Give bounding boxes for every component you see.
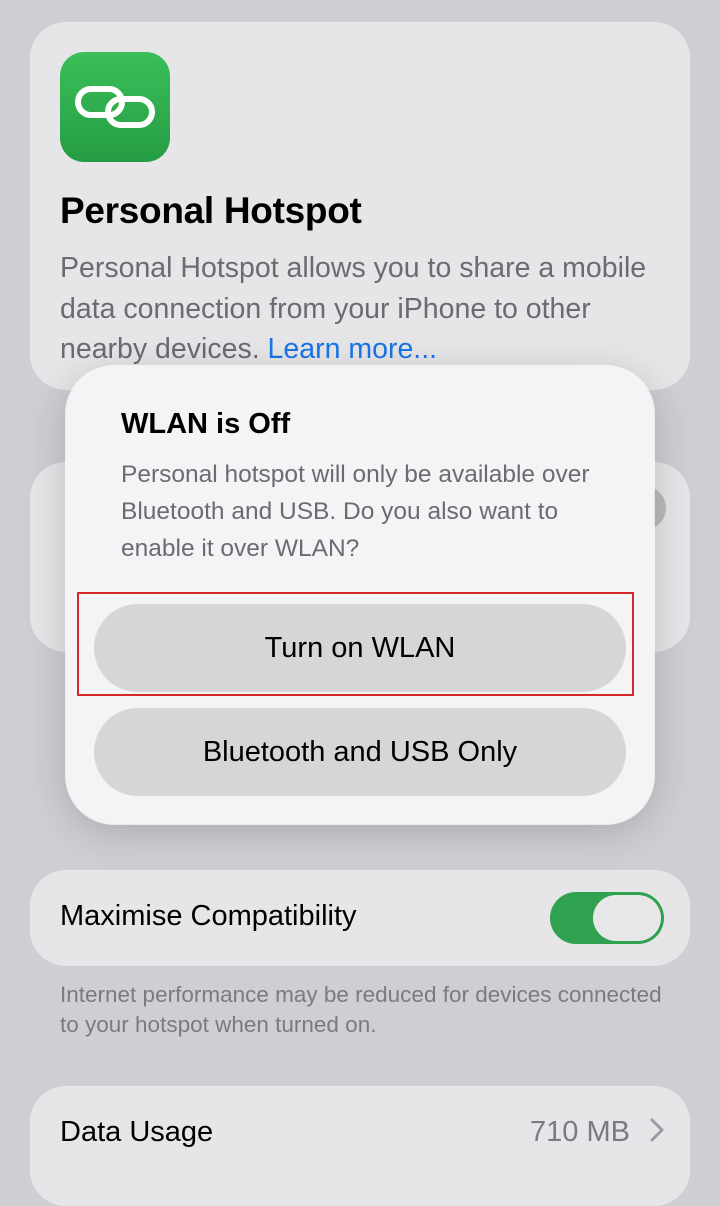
alert-title: WLAN is Off — [121, 408, 291, 440]
link-icon — [60, 52, 170, 162]
highlight-box — [77, 592, 634, 696]
page-title: Personal Hotspot — [60, 190, 362, 231]
maximise-compatibility-toggle[interactable] — [550, 892, 664, 944]
hotspot-description: Personal Hotspot allows you to share a m… — [60, 248, 670, 370]
chevron-right-icon — [650, 1116, 664, 1150]
compatibility-footnote: Internet performance may be reduced for … — [60, 982, 662, 1037]
toggle-knob — [593, 895, 661, 941]
maximise-compatibility-label: Maximise Compatibility — [60, 900, 357, 932]
data-usage-row[interactable]: Data Usage 710 MB — [30, 1086, 690, 1206]
hotspot-info-card: Personal Hotspot Personal Hotspot allows… — [30, 22, 690, 390]
bluetooth-usb-only-button[interactable]: Bluetooth and USB Only — [94, 708, 626, 796]
maximise-compatibility-row: Maximise Compatibility — [30, 870, 690, 966]
data-usage-label: Data Usage — [60, 1116, 214, 1148]
data-usage-value: 710 MB — [530, 1116, 630, 1148]
learn-more-link[interactable]: Learn more... — [268, 333, 438, 365]
alert-message: Personal hotspot will only be available … — [121, 461, 590, 562]
